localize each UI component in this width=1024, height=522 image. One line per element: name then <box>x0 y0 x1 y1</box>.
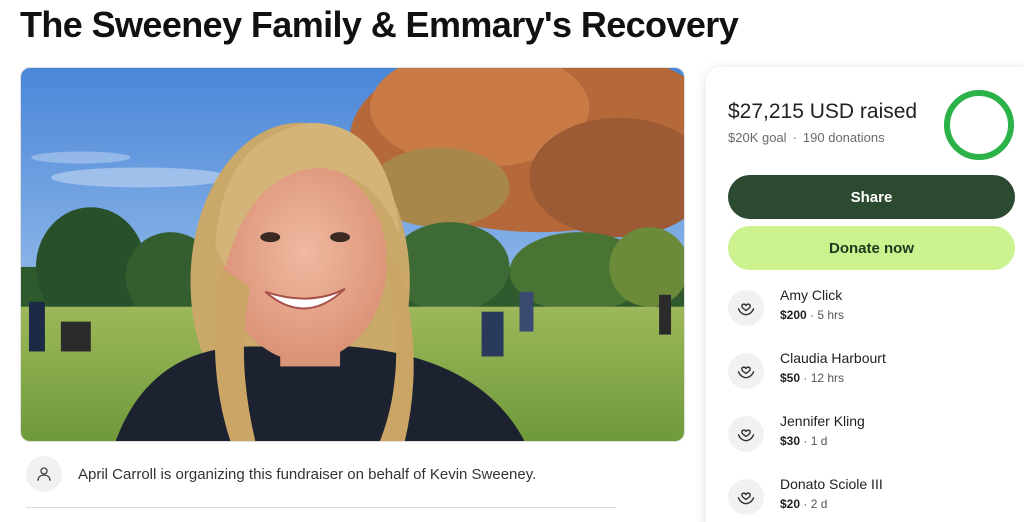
heart-hand-icon <box>728 416 764 452</box>
donor-meta: $30 · 1 d <box>780 434 828 448</box>
donor-name: Donato Sciole III <box>780 476 883 492</box>
donor-amount: $30 <box>780 434 801 448</box>
donate-now-button[interactable]: Donate now <box>728 226 1015 270</box>
donor-name: Amy Click <box>780 287 843 303</box>
donor-item: Amy Click $200 · 5 hrs <box>728 287 1008 331</box>
heart-hand-icon <box>728 479 764 515</box>
donor-name: Jennifer Kling <box>780 413 865 429</box>
donation-panel: $27,215 USD raised $20K goal · 190 donatio… <box>706 67 1024 522</box>
page-title: The Sweeney Family & Emmary's Recovery <box>20 4 739 45</box>
donation-count: 190 donations <box>802 130 885 145</box>
donor-time: 12 hrs <box>810 371 845 385</box>
donor-time: 2 d <box>810 497 828 511</box>
organizer-info: April Carroll is organizing this fundrai… <box>26 456 616 492</box>
organizer-text: April Carroll is organizing this fundrai… <box>78 465 537 483</box>
divider <box>26 507 616 508</box>
separator-dot: · <box>792 130 797 145</box>
donor-item: Donato Sciole III $20 · 2 d <box>728 476 1008 520</box>
donor-meta: $50 · 12 hrs <box>780 371 845 385</box>
progress-ring <box>944 90 1014 160</box>
donor-time: 5 hrs <box>817 308 845 322</box>
donor-meta: $200 · 5 hrs <box>780 308 845 322</box>
donor-item: Jennifer Kling $30 · 1 d <box>728 413 1008 457</box>
donor-name: Claudia Harbourt <box>780 350 886 366</box>
donor-item: Claudia Harbourt $50 · 12 hrs <box>728 350 1008 394</box>
hero-photo-image <box>21 68 684 441</box>
amount-raised: $27,215 USD raised <box>728 100 918 123</box>
share-button[interactable]: Share <box>728 175 1015 219</box>
heart-hand-icon <box>728 290 764 326</box>
donor-amount: $20 <box>780 497 801 511</box>
donor-amount: $50 <box>780 371 801 385</box>
hero-photo[interactable] <box>20 67 685 442</box>
goal-line: $20K goal · 190 donations <box>728 130 885 145</box>
goal-amount: $20K goal <box>728 130 787 145</box>
progress-arc <box>944 90 1014 160</box>
donor-time: 1 d <box>810 434 828 448</box>
donor-meta: $20 · 2 d <box>780 497 828 511</box>
heart-hand-icon <box>728 353 764 389</box>
donor-amount: $200 <box>780 308 807 322</box>
person-icon <box>26 456 62 492</box>
